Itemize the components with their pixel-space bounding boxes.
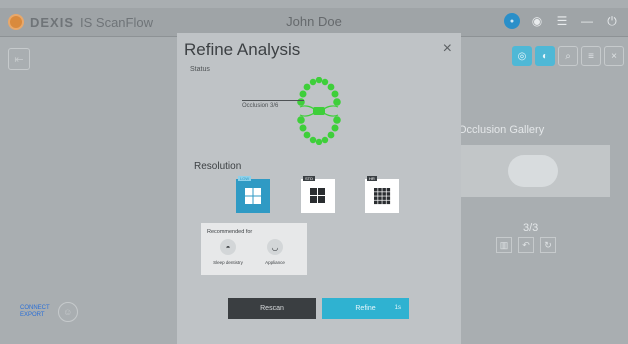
appliance-icon: ◡ [267, 239, 283, 255]
tooth [333, 98, 341, 106]
dental-arch-diagram [297, 77, 341, 145]
tool-occlusion-button[interactable]: ◐ [535, 46, 555, 66]
delete-icon[interactable]: ▥ [496, 237, 512, 253]
tool-search-button[interactable]: ⌕ [558, 46, 578, 66]
tooth [313, 107, 325, 115]
grid-std-icon [310, 188, 325, 203]
tooth [315, 77, 323, 84]
tooth [303, 83, 311, 91]
tooth [327, 131, 335, 139]
rescan-button[interactable]: Rescan [228, 298, 316, 319]
arch-line [299, 112, 315, 117]
tooth [321, 78, 329, 86]
refine-label: Refine [355, 305, 376, 312]
record-icon[interactable]: ◉ [529, 13, 545, 29]
tooth [315, 138, 323, 145]
recommended-title: Recommended for [207, 229, 253, 235]
tool-list-button[interactable]: ≡ [581, 46, 601, 66]
gallery-actions: ▥ ↶ ↻ [496, 237, 556, 253]
recommended-panel: Recommended for ◓ Sleep dentistry ◡ Appl… [201, 223, 307, 275]
occlusion-label: Occlusion 3/6 [242, 103, 279, 109]
tool-close-button[interactable]: × [604, 46, 624, 66]
recommended-item-label: Sleep dentistry [213, 260, 243, 265]
bottom-left-tools: CONNECT EXPORT ☺ [20, 302, 78, 322]
tooth [331, 124, 339, 132]
window-controls: ● ◉ ☰ — ⏻ [504, 13, 620, 29]
undo-icon[interactable]: ↶ [518, 237, 534, 253]
tooth [331, 90, 339, 98]
tool-view-button[interactable]: ◎ [512, 46, 532, 66]
close-icon[interactable]: × [443, 40, 452, 58]
export-text: EXPORT [20, 312, 45, 318]
gallery-title: Occlusion Gallery [458, 124, 545, 136]
arch-line [323, 105, 339, 110]
tooth [303, 131, 311, 139]
tooth [299, 90, 307, 98]
rotate-icon[interactable]: ↻ [540, 237, 556, 253]
person-icon[interactable]: ☺ [57, 302, 78, 322]
connect-text: CONNECT [20, 305, 50, 311]
gallery-strip[interactable] [458, 145, 610, 197]
tooth [299, 124, 307, 132]
resolution-label: Resolution [194, 161, 242, 172]
gallery-thumbnail[interactable] [508, 155, 558, 187]
refine-time: 1s [394, 305, 401, 311]
recommended-item: ◓ Sleep dentistry [209, 239, 247, 265]
gallery-count: 3/3 [523, 222, 539, 234]
side-collapse-icon: ⇤ [14, 53, 24, 66]
connect-export-label[interactable]: CONNECT EXPORT [20, 305, 50, 319]
grid-hr-icon [374, 188, 391, 205]
status-label: Status [190, 66, 210, 73]
tooth [333, 116, 341, 124]
minimize-icon[interactable]: — [579, 13, 595, 29]
recommended-item: ◡ Appliance [256, 239, 294, 265]
tooth [297, 116, 305, 124]
menu-icon[interactable]: ☰ [554, 13, 570, 29]
arch-line [323, 112, 339, 117]
app-background: DEXIS IS ScanFlow John Doe ● ◉ ☰ — ⏻ ⇤ ◎… [0, 0, 628, 344]
occlusion-pointer-line [242, 100, 304, 101]
grid-low-icon [245, 188, 261, 204]
tooth [309, 136, 317, 144]
dialog-title: Refine Analysis [184, 40, 301, 59]
right-toolbar: ◎ ◐ ⌕ ≡ × [512, 46, 624, 66]
recommended-item-label: Appliance [265, 260, 285, 265]
sleep-mask-icon: ◓ [220, 239, 236, 255]
tooth [321, 136, 329, 144]
tooth [309, 78, 317, 86]
avatar-icon[interactable]: ● [504, 13, 520, 29]
resolution-std-option[interactable]: STD [301, 176, 335, 213]
arch-line [299, 105, 315, 110]
refine-analysis-dialog: Refine Analysis × Status Occlusion 3/6 R… [177, 33, 461, 344]
power-icon[interactable]: ⏻ [604, 13, 620, 29]
tooth [327, 83, 335, 91]
resolution-low-option[interactable]: LOW [236, 176, 270, 213]
refine-button[interactable]: Refine 1s [322, 298, 409, 319]
side-collapse-button[interactable]: ⇤ [8, 48, 30, 70]
resolution-hr-option[interactable]: HR [365, 176, 399, 213]
